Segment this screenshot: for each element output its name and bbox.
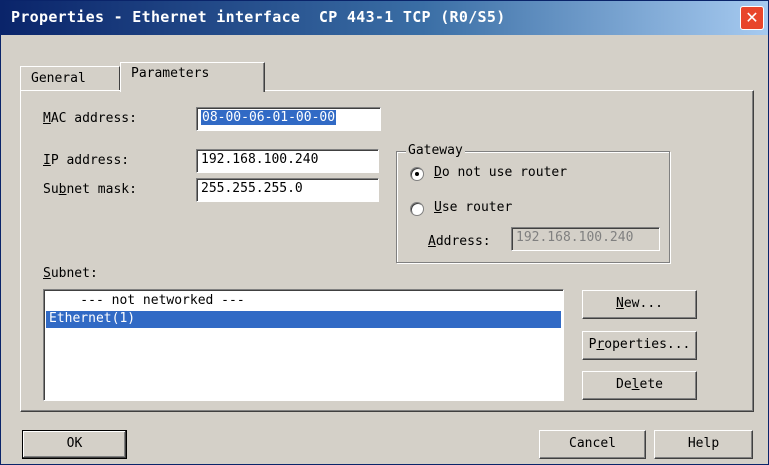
title-bar[interactable]: Properties - Ethernet interface CP 443-1… [1, 1, 768, 35]
window-title: Properties - Ethernet interface CP 443-1… [11, 8, 506, 26]
new-subnet-button[interactable]: New... [582, 290, 697, 319]
no-router-label[interactable]: Do not use router [434, 165, 567, 180]
ip-address-label: IP address: [43, 153, 130, 168]
tab-parameters[interactable]: Parameters [120, 62, 265, 92]
help-button[interactable]: Help [654, 430, 753, 459]
use-router-radio[interactable] [410, 202, 424, 216]
tab-general[interactable]: General [20, 66, 120, 91]
delete-subnet-button[interactable]: Delete [582, 371, 697, 400]
router-address-field[interactable]: 192.168.100.240 [511, 227, 660, 251]
subnet-list[interactable]: --- not networked --- Ethernet(1) [43, 289, 564, 401]
subnet-properties-button[interactable]: Properties... [582, 331, 697, 360]
router-address-label: Address: [428, 234, 491, 249]
close-button[interactable]: ✕ [740, 6, 764, 30]
close-icon: ✕ [745, 8, 759, 27]
properties-dialog: Properties - Ethernet interface CP 443-1… [0, 0, 769, 465]
gateway-group-title: Gateway [406, 143, 465, 158]
cancel-button[interactable]: Cancel [539, 430, 646, 459]
ok-button[interactable]: OK [22, 430, 127, 459]
no-router-radio[interactable] [410, 167, 424, 181]
list-item[interactable]: Ethernet(1) [46, 311, 561, 328]
list-item[interactable]: --- not networked --- [46, 293, 244, 310]
subnet-mask-label: Subnet mask: [43, 182, 137, 197]
mac-address-field[interactable]: 08-00-06-01-00-00 [196, 107, 381, 131]
ip-address-field[interactable]: 192.168.100.240 [196, 149, 379, 173]
use-router-label[interactable]: Use router [434, 200, 512, 215]
subnet-mask-field[interactable]: 255.255.255.0 [196, 178, 379, 202]
subnet-label: Subnet: [43, 266, 98, 281]
mac-address-label: MAC address: [43, 111, 137, 126]
